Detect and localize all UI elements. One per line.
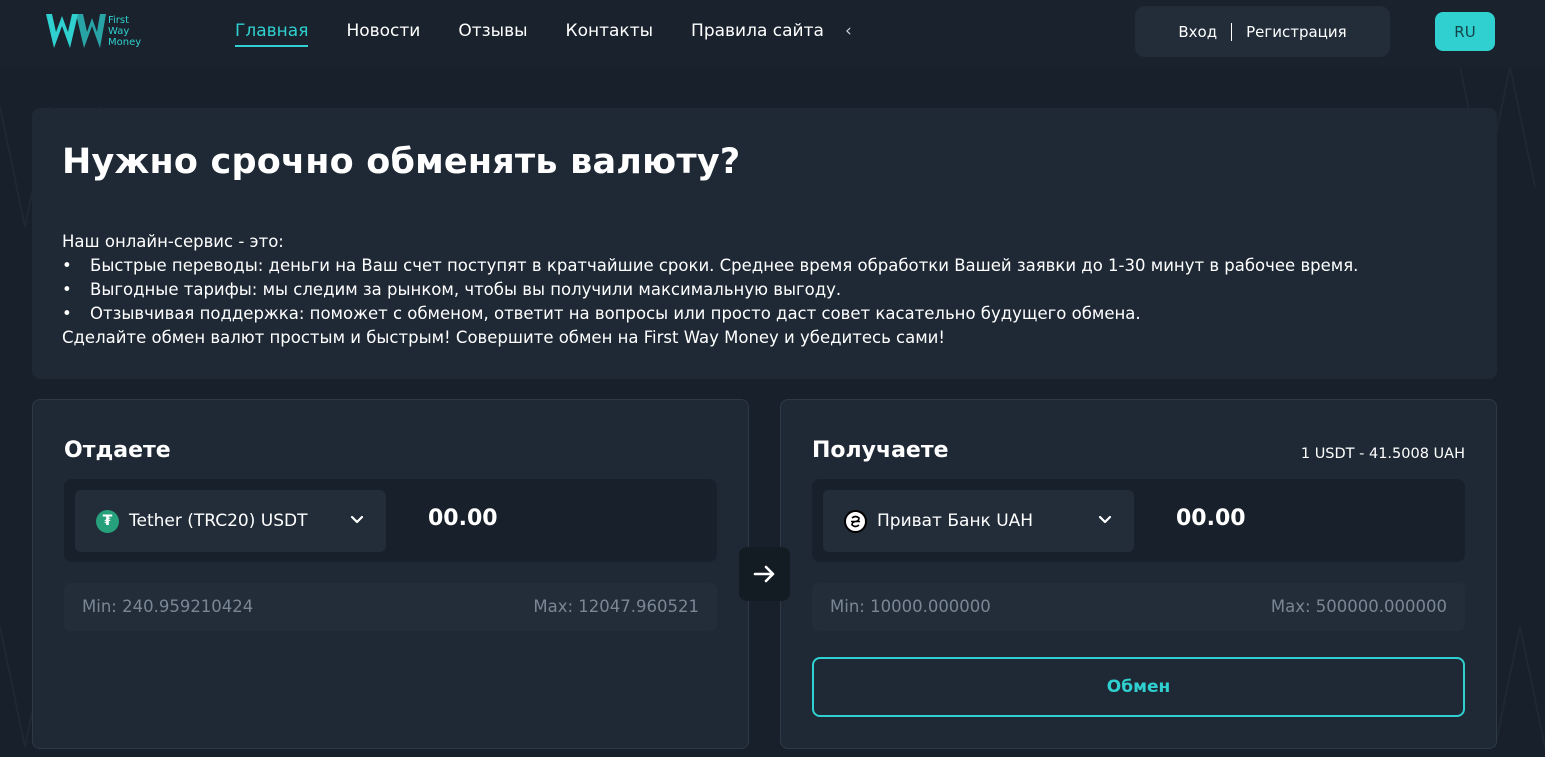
chevron-down-icon bbox=[1098, 515, 1112, 524]
register-link[interactable]: Регистрация bbox=[1246, 23, 1347, 41]
intro-lead: Наш онлайн-сервис - это: bbox=[62, 232, 284, 251]
intro-outro: Сделайте обмен валют простым и быстрым! … bbox=[62, 328, 946, 347]
top-header: First Way Money Главная Новости Отзывы К… bbox=[0, 0, 1545, 67]
give-limits: Min: 240.959210424 Max: 12047.960521 bbox=[64, 583, 717, 631]
nav-news[interactable]: Новости bbox=[346, 21, 420, 41]
privatbank-glyph-icon bbox=[851, 515, 860, 527]
receive-min-limit: Min: 10000.000000 bbox=[830, 597, 991, 616]
give-max-limit: Max: 12047.960521 bbox=[533, 597, 699, 616]
auth-box: Вход Регистрация bbox=[1135, 6, 1390, 57]
exchange-button[interactable]: Обмен bbox=[812, 657, 1465, 717]
give-input-row: ₮ Tether (TRC20) USDT 00.00 bbox=[64, 479, 717, 562]
page-title: Нужно срочно обменять валюту? bbox=[62, 142, 741, 182]
receive-currency-select[interactable]: Приват Банк UAH bbox=[823, 490, 1134, 552]
main-nav: Главная Новости Отзывы Контакты Правила … bbox=[235, 21, 862, 47]
privatbank-icon bbox=[844, 509, 867, 533]
nav-rules[interactable]: Правила сайта bbox=[691, 21, 824, 41]
auth-divider bbox=[1231, 22, 1233, 41]
give-amount-input[interactable]: 00.00 bbox=[428, 506, 498, 531]
nav-contacts[interactable]: Контакты bbox=[566, 21, 654, 41]
login-link[interactable]: Вход bbox=[1178, 23, 1217, 41]
logo-text: First Way Money bbox=[108, 15, 141, 48]
receive-title: Получаете bbox=[812, 438, 949, 463]
logo-text-line: Way bbox=[108, 25, 130, 37]
swap-button[interactable] bbox=[739, 547, 790, 601]
logo-text-line: First bbox=[108, 14, 130, 26]
intro-list: Быстрые переводы: деньги на Ваш счет пос… bbox=[62, 254, 1467, 326]
exchange-rate: 1 USDT - 41.5008 UAH bbox=[1300, 446, 1465, 462]
language-button[interactable]: RU bbox=[1435, 12, 1495, 51]
give-title: Отдаете bbox=[64, 438, 171, 463]
logo-mark-icon bbox=[46, 14, 106, 48]
intro-bullet: Быстрые переводы: деньги на Ваш счет пос… bbox=[62, 254, 1467, 278]
intro-card: Нужно срочно обменять валюту? Наш онлайн… bbox=[32, 108, 1497, 379]
receive-amount-input[interactable]: 00.00 bbox=[1176, 506, 1246, 531]
receive-limits: Min: 10000.000000 Max: 500000.000000 bbox=[812, 583, 1465, 631]
intro-body: Наш онлайн-сервис - это: Быстрые перевод… bbox=[62, 230, 1467, 350]
arrow-right-icon bbox=[753, 565, 774, 583]
chevron-left-icon[interactable]: ‹ bbox=[845, 21, 852, 41]
intro-bullet: Выгодные тарифы: мы следим за рынком, чт… bbox=[62, 278, 1467, 302]
receive-currency-label: Приват Банк UAH bbox=[877, 511, 1034, 531]
nav-home[interactable]: Главная bbox=[235, 21, 309, 47]
give-currency-select[interactable]: ₮ Tether (TRC20) USDT bbox=[75, 490, 386, 552]
receive-max-limit: Max: 500000.000000 bbox=[1270, 597, 1447, 616]
logo-text-line: Money bbox=[108, 36, 142, 48]
receive-input-row: Приват Банк UAH 00.00 bbox=[812, 479, 1465, 562]
chevron-down-icon bbox=[350, 515, 364, 524]
give-min-limit: Min: 240.959210424 bbox=[82, 597, 254, 616]
logo[interactable]: First Way Money bbox=[46, 14, 141, 48]
intro-bullet: Отзывчивая поддержка: поможет с обменом,… bbox=[62, 302, 1467, 326]
receive-panel: Получаете 1 USDT - 41.5008 UAH Приват Ба… bbox=[780, 399, 1497, 749]
give-panel: Отдаете ₮ Tether (TRC20) USDT 00.00 Min:… bbox=[32, 399, 749, 749]
nav-reviews[interactable]: Отзывы bbox=[458, 21, 527, 41]
give-currency-label: Tether (TRC20) USDT bbox=[129, 511, 308, 531]
tether-icon: ₮ bbox=[96, 509, 119, 533]
